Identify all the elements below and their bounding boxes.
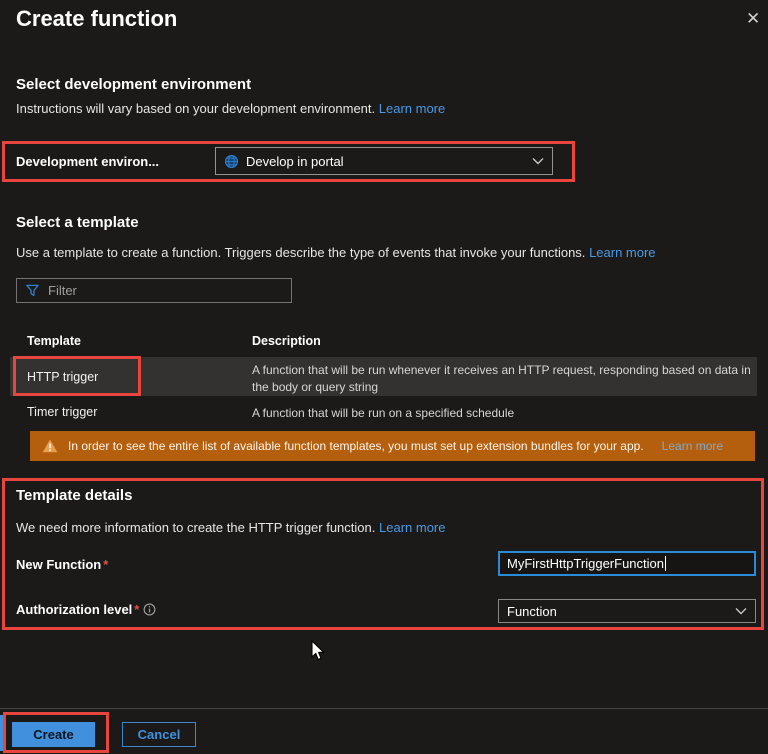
- globe-icon: [224, 154, 239, 169]
- template-cell: Timer trigger: [27, 405, 98, 419]
- new-function-label: New Function *: [16, 557, 109, 572]
- text-caret: [665, 556, 666, 571]
- details-description: We need more information to create the H…: [16, 520, 445, 535]
- new-function-input[interactable]: MyFirstHttpTriggerFunction: [498, 551, 756, 576]
- filter-box: [16, 278, 292, 303]
- create-button[interactable]: Create: [12, 722, 95, 747]
- cancel-button[interactable]: Cancel: [122, 722, 196, 747]
- column-header-template: Template: [27, 334, 81, 348]
- description-cell: A function that will be run whenever it …: [252, 363, 751, 395]
- warning-banner: In order to see the entire list of avail…: [30, 431, 755, 461]
- dev-env-field-label: Development environ...: [16, 154, 160, 169]
- dev-env-description: Instructions will vary based on your dev…: [16, 101, 445, 116]
- filter-input[interactable]: [48, 283, 283, 298]
- chevron-down-icon: [532, 157, 544, 165]
- details-heading: Template details: [16, 487, 133, 504]
- authorization-level-value: Function: [507, 603, 557, 619]
- details-description-text: We need more information to create the H…: [16, 520, 376, 535]
- template-learn-more-link[interactable]: Learn more: [589, 245, 655, 260]
- chevron-down-icon: [735, 607, 747, 615]
- authorization-level-label: Authorization level *: [16, 602, 156, 617]
- info-icon[interactable]: [143, 603, 156, 616]
- close-icon[interactable]: ✕: [746, 10, 760, 27]
- dialog-edge-accent: [0, 715, 3, 751]
- dev-env-dropdown[interactable]: Develop in portal: [215, 147, 553, 175]
- template-description: Use a template to create a function. Tri…: [16, 245, 656, 260]
- dev-env-learn-more-link[interactable]: Learn more: [379, 101, 445, 116]
- dev-env-dropdown-value: Develop in portal: [246, 153, 344, 169]
- template-heading: Select a template: [16, 214, 139, 231]
- warning-text: In order to see the entire list of avail…: [68, 439, 644, 453]
- template-description-text: Use a template to create a function. Tri…: [16, 245, 586, 260]
- mouse-cursor: [310, 639, 326, 665]
- table-row-timer-trigger[interactable]: Timer trigger A function that will be ru…: [10, 399, 757, 424]
- authorization-level-dropdown[interactable]: Function: [498, 599, 756, 623]
- required-asterisk: *: [134, 602, 140, 617]
- dev-env-heading: Select development environment: [16, 76, 252, 93]
- footer-divider: [0, 708, 768, 709]
- table-row-http-trigger[interactable]: HTTP trigger A function that will be run…: [10, 357, 757, 396]
- required-asterisk: *: [103, 557, 109, 572]
- description-cell: A function that will be run on a specifi…: [252, 406, 515, 420]
- page-title: Create function: [16, 6, 178, 31]
- dev-env-description-text: Instructions will vary based on your dev…: [16, 101, 376, 116]
- warning-learn-more-link[interactable]: Learn more: [662, 439, 723, 453]
- details-learn-more-link[interactable]: Learn more: [379, 520, 445, 535]
- create-function-dialog: Create function ✕ Select development env…: [0, 0, 768, 754]
- filter-icon: [25, 283, 40, 298]
- new-function-value: MyFirstHttpTriggerFunction: [507, 556, 664, 571]
- column-header-description: Description: [252, 334, 321, 348]
- template-cell: HTTP trigger: [27, 370, 99, 384]
- warning-icon: [42, 439, 58, 453]
